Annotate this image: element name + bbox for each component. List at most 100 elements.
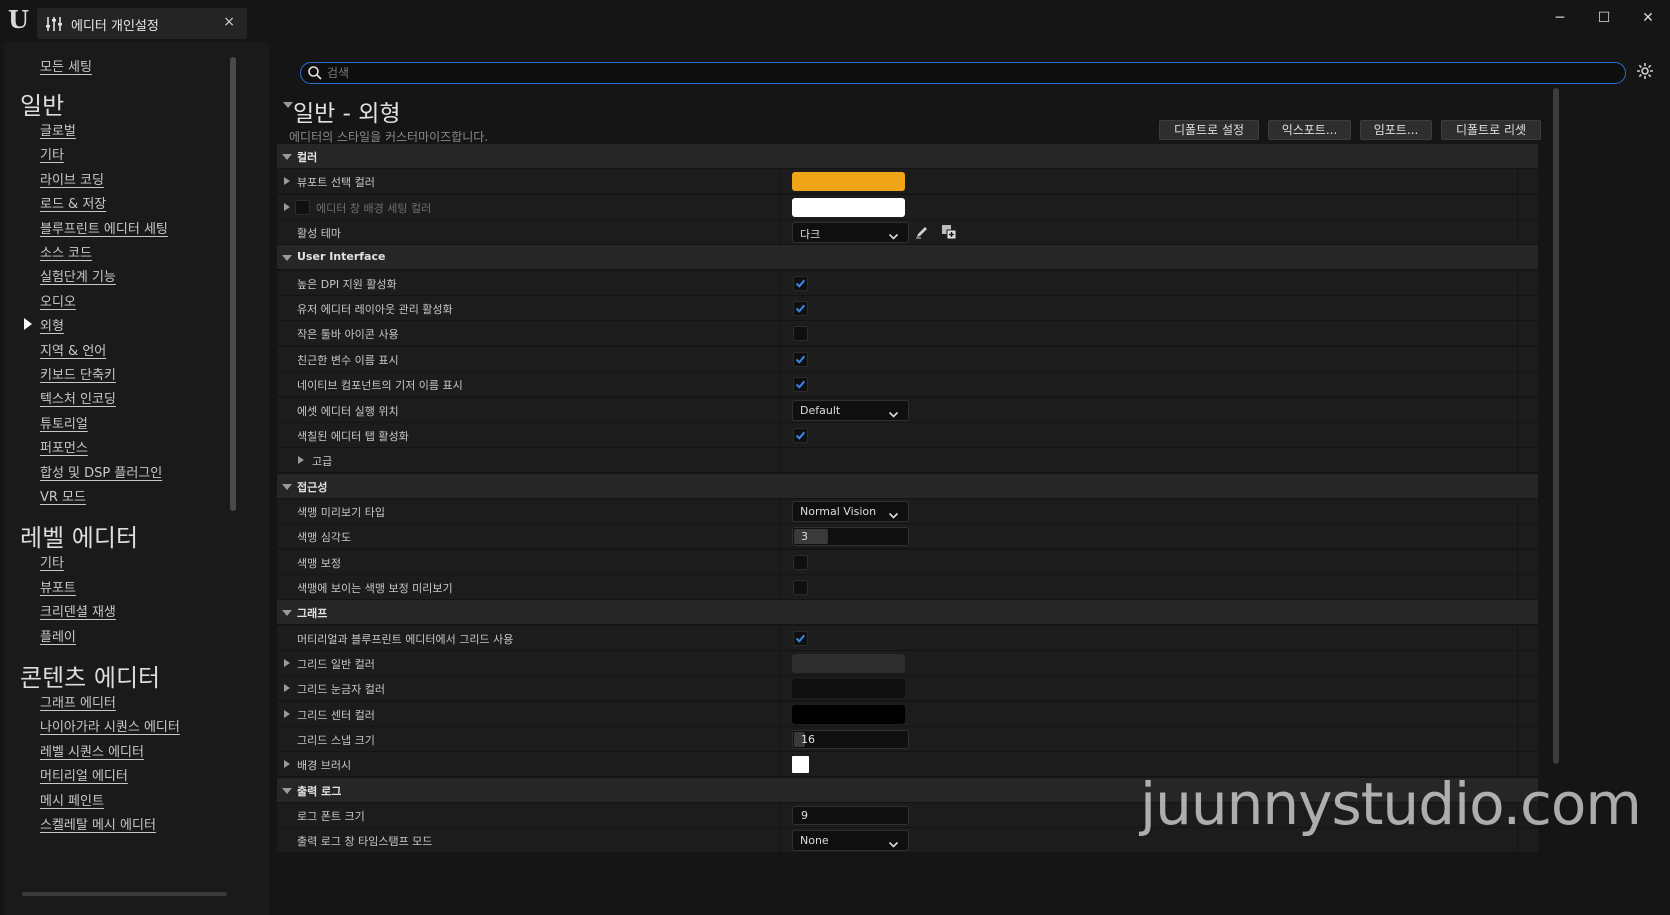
setting-row[interactable]: 색맹에 보이는 색맹 보정 미리보기 [277,575,1538,600]
expand-arrow-icon[interactable] [284,177,290,185]
category-header[interactable]: 컬러 [277,144,1538,169]
setting-row[interactable]: 고급 [277,448,1538,473]
override-checkbox[interactable] [295,200,310,215]
export-button[interactable]: 익스포트... [1268,120,1351,140]
setting-row[interactable]: 활성 테마 다크 [277,220,1538,245]
setting-row[interactable]: 에디터 창 배경 세팅 컬러 [277,195,1538,220]
sidebar-horizontal-scrollbar[interactable] [22,892,227,896]
sidebar-item[interactable]: 크리덴셜 재생 [40,601,116,620]
dropdown[interactable]: Default [792,400,909,421]
setting-row[interactable]: 네이티브 컴포넌트의 기저 이름 표시 [277,372,1538,397]
duplicate-icon[interactable] [941,224,957,240]
setting-checkbox[interactable] [793,352,808,367]
gear-icon[interactable] [1635,61,1655,81]
sidebar-item[interactable]: VR 모드 [40,486,86,505]
set-as-default-button[interactable]: 디폴트로 설정 [1159,120,1259,140]
close-tab-icon[interactable]: × [223,14,235,30]
dropdown[interactable]: Normal Vision [792,501,909,522]
setting-checkbox[interactable] [793,326,808,341]
sidebar-item[interactable]: 지역 & 언어 [40,340,106,359]
edit-icon[interactable] [915,224,930,239]
sidebar-item[interactable]: 뷰포트 [40,577,76,596]
color-swatch[interactable] [792,172,905,191]
minimize-button[interactable]: ─ [1548,10,1572,30]
number-field[interactable]: 9 [792,806,909,825]
sidebar-item[interactable]: 튜토리얼 [40,413,88,432]
category-header[interactable]: 그래프 [277,600,1538,625]
setting-row[interactable]: 에셋 에디터 실행 위치 Default [277,398,1538,423]
color-swatch[interactable] [792,679,905,698]
setting-row[interactable]: 그리드 센터 컬러 [277,702,1538,727]
expand-arrow-icon[interactable] [298,456,304,464]
sidebar-item-all-settings[interactable]: 모든 세팅 [40,56,92,75]
setting-row[interactable]: 유저 에디터 레이아웃 관리 활성화 [277,296,1538,321]
collapse-arrow-icon[interactable] [282,154,292,160]
brush-swatch[interactable] [792,756,809,773]
collapse-section-icon[interactable] [283,102,293,108]
expand-arrow-icon[interactable] [284,684,290,692]
sidebar-item[interactable]: 라이브 코딩 [40,169,104,188]
category-header[interactable]: User Interface [277,245,1538,270]
setting-row[interactable]: 뷰포트 선택 컬러 [277,169,1538,194]
setting-row[interactable]: 색맹 심각도 3 [277,524,1538,549]
setting-checkbox[interactable] [793,276,808,291]
dropdown[interactable]: None [792,830,909,851]
setting-checkbox[interactable] [793,377,808,392]
sidebar-item[interactable]: 머티리얼 에디터 [40,765,128,784]
sidebar-item[interactable]: 기타 [40,552,64,571]
sidebar-item[interactable]: 퍼포먼스 [40,437,88,456]
color-swatch[interactable] [792,705,905,724]
sidebar-item[interactable]: 텍스처 인코딩 [40,388,116,407]
close-window-button[interactable]: ✕ [1636,10,1660,30]
expand-arrow-icon[interactable] [284,710,290,718]
sidebar-item[interactable]: 키보드 단축키 [40,364,116,383]
unreal-logo-icon[interactable]: U [8,6,34,34]
sidebar-item[interactable]: 외형 [40,315,64,334]
setting-checkbox[interactable] [793,631,808,646]
tab-editor-preferences[interactable]: 에디터 개인설정 × [37,8,247,39]
number-field[interactable]: 3 [792,527,909,546]
sidebar-item[interactable]: 합성 및 DSP 플러그인 [40,462,162,481]
sidebar-item[interactable]: 글로벌 [40,120,76,139]
setting-row[interactable]: 작은 툴바 아이콘 사용 [277,321,1538,346]
sidebar-item[interactable]: 로드 & 저장 [40,193,106,212]
sidebar-item[interactable]: 기타 [40,144,64,163]
search-box[interactable] [300,62,1626,84]
sidebar-item[interactable]: 스켈레탈 메시 에디터 [40,814,156,833]
reset-to-default-button[interactable]: 디폴트로 리셋 [1441,120,1541,140]
sidebar-item[interactable]: 레벨 시퀀스 에디터 [40,741,144,760]
color-swatch[interactable] [792,654,905,673]
setting-row[interactable]: 색칠된 에디터 탭 활성화 [277,423,1538,448]
setting-checkbox[interactable] [793,301,808,316]
number-field[interactable]: 16 [792,730,909,749]
sidebar-scrollbar[interactable] [230,57,236,511]
sidebar-item[interactable]: 메시 페인트 [40,790,104,809]
search-input[interactable] [327,64,1617,82]
collapse-arrow-icon[interactable] [282,255,292,261]
sidebar-item[interactable]: 그래프 에디터 [40,692,116,711]
sidebar-item[interactable]: 실험단계 기능 [40,266,116,285]
sidebar-item[interactable]: 오디오 [40,291,76,310]
collapse-arrow-icon[interactable] [282,610,292,616]
expand-arrow-icon[interactable] [284,203,290,211]
content-scrollbar[interactable] [1553,88,1559,764]
collapse-arrow-icon[interactable] [282,788,292,794]
setting-row[interactable]: 머티리얼과 블루프린트 에디터에서 그리드 사용 [277,626,1538,651]
collapse-arrow-icon[interactable] [282,484,292,490]
setting-row[interactable]: 그리드 일반 컬러 [277,651,1538,676]
expand-arrow-icon[interactable] [284,760,290,768]
sidebar-item[interactable]: 나이아가라 시퀀스 에디터 [40,716,180,735]
setting-checkbox[interactable] [793,428,808,443]
setting-row[interactable]: 그리드 눈금자 컬러 [277,676,1538,701]
import-button[interactable]: 임포트... [1360,120,1432,140]
setting-checkbox[interactable] [793,580,808,595]
setting-row[interactable]: 색맹 보정 [277,550,1538,575]
category-header[interactable]: 접근성 [277,474,1538,499]
setting-row[interactable]: 높은 DPI 지원 활성화 [277,271,1538,296]
expand-arrow-icon[interactable] [284,659,290,667]
color-swatch[interactable] [792,198,905,217]
dropdown[interactable]: 다크 [792,222,909,243]
setting-row[interactable]: 그리드 스냅 크기 16 [277,727,1538,752]
setting-row[interactable]: 색맹 미리보기 타입 Normal Vision [277,499,1538,524]
maximize-button[interactable]: ☐ [1592,10,1616,30]
